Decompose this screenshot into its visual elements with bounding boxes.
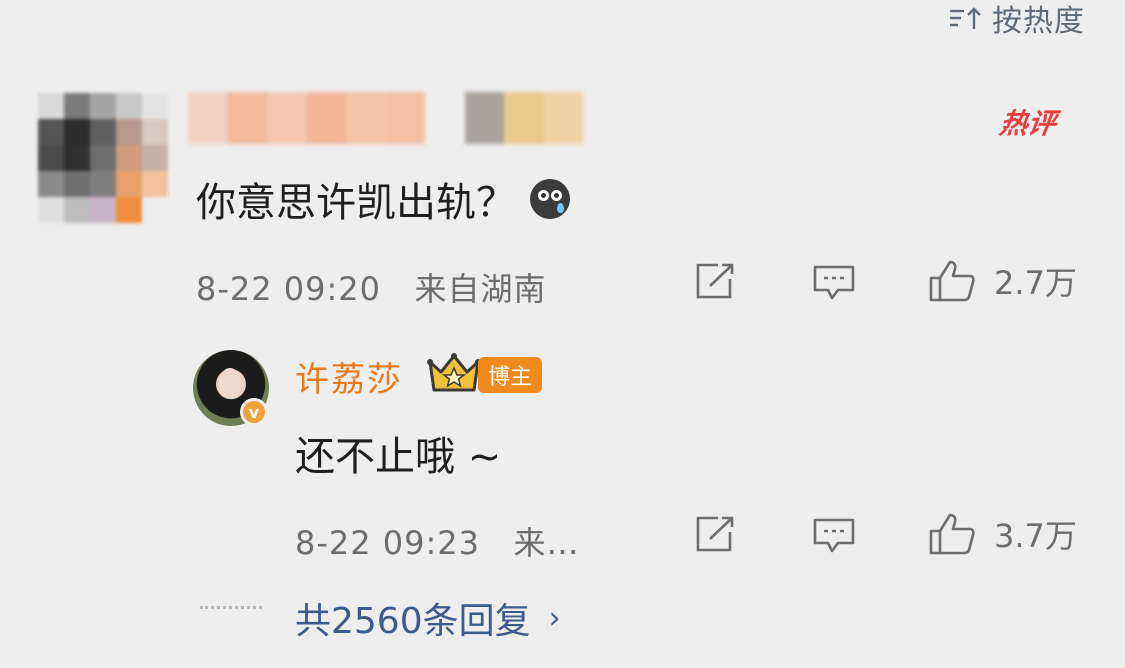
blogger-badge: 博主 bbox=[478, 357, 543, 393]
divider-dots bbox=[200, 606, 262, 609]
comment-body: 你意思许凯出轨？ bbox=[196, 180, 516, 226]
more-replies-label: 共2560条回复 bbox=[295, 601, 531, 642]
comment-location: 来自湖南 bbox=[414, 270, 547, 308]
commenter-name-redacted[interactable] bbox=[188, 92, 583, 144]
reply-like-count: 3.7万 bbox=[994, 517, 1077, 555]
reply-meta: 8-22 09:23 来… bbox=[295, 518, 580, 564]
reply-text: 还不止哦 ~ bbox=[295, 434, 502, 480]
comment-icon bbox=[812, 264, 856, 302]
share-icon bbox=[694, 262, 736, 300]
commenter-avatar[interactable] bbox=[38, 93, 168, 223]
comment-reply-button[interactable] bbox=[812, 264, 856, 302]
comment-meta: 8-22 09:20 来自湖南 bbox=[196, 264, 547, 310]
sort-icon bbox=[948, 5, 982, 31]
thumbs-up-icon bbox=[928, 512, 976, 556]
reply-like-button[interactable]: 3.7万 bbox=[928, 511, 1077, 557]
reply-location: 来… bbox=[513, 524, 580, 562]
hot-comment-badge: 热评 bbox=[997, 107, 1059, 140]
share-icon bbox=[694, 515, 736, 553]
sort-label: 按热度 bbox=[992, 4, 1085, 39]
comment-share-button[interactable] bbox=[694, 262, 736, 300]
crying-emoji-icon bbox=[530, 179, 570, 219]
verified-badge-icon: v bbox=[240, 398, 268, 426]
sort-control[interactable]: 按热度 bbox=[948, 0, 1085, 39]
view-more-replies-link[interactable]: 共2560条回复 › bbox=[295, 592, 561, 644]
comment-text: 你意思许凯出轨？ bbox=[196, 170, 570, 228]
reply-author-name[interactable]: 许荔莎 bbox=[295, 352, 403, 401]
comment-like-count: 2.7万 bbox=[994, 264, 1077, 302]
thumbs-up-icon bbox=[928, 259, 976, 303]
crown-icon bbox=[427, 352, 481, 398]
comment-time: 8-22 09:20 bbox=[196, 270, 382, 308]
reply-share-button[interactable] bbox=[694, 515, 736, 553]
chevron-right-icon: › bbox=[548, 600, 561, 636]
reply-comment-button[interactable] bbox=[812, 517, 856, 555]
comment-like-button[interactable]: 2.7万 bbox=[928, 258, 1077, 304]
comment-icon bbox=[812, 517, 856, 555]
reply-time: 8-22 09:23 bbox=[295, 524, 481, 562]
